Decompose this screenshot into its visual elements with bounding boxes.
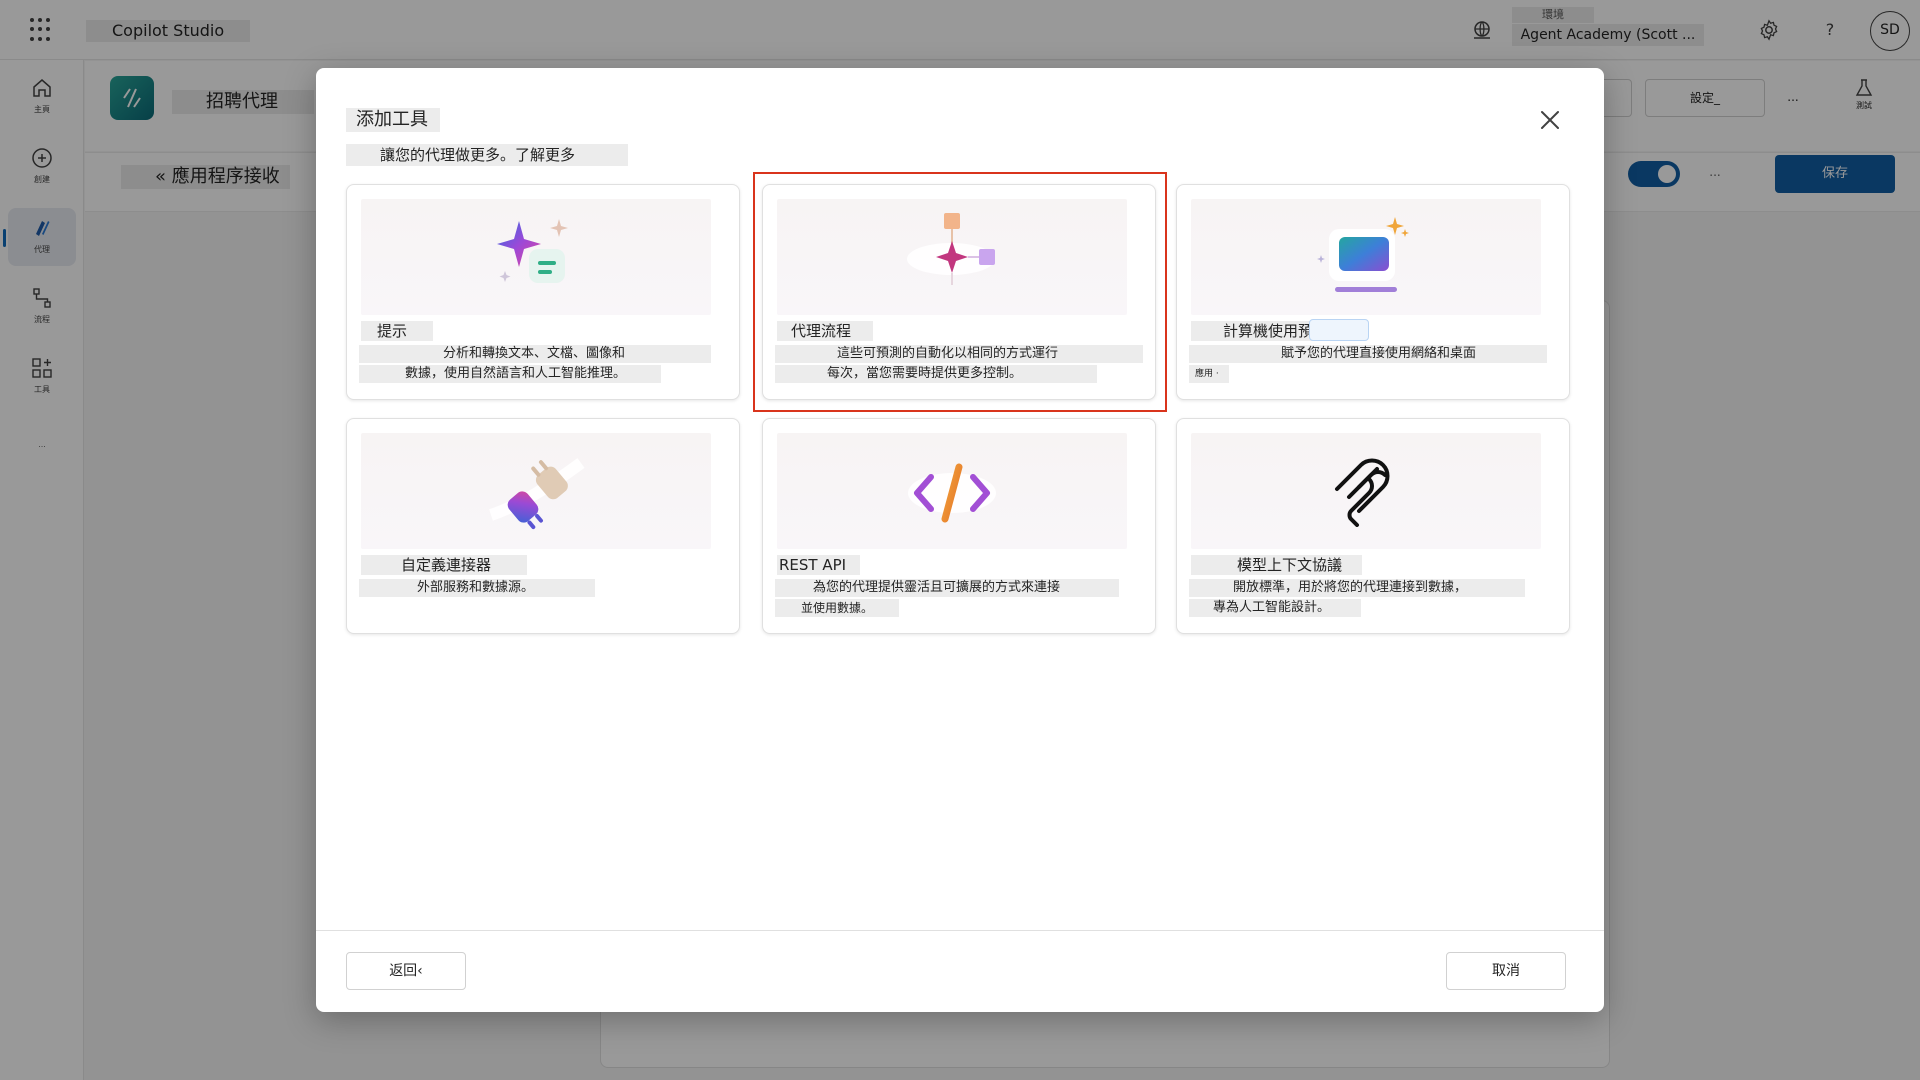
card-description-line1: 賦予您的代理直接使用網絡和桌面 bbox=[1189, 345, 1547, 363]
card-thumbnail bbox=[1191, 433, 1541, 549]
computer-use-icon bbox=[1317, 217, 1409, 292]
tool-card-rest-api[interactable]: REST API 為您的代理提供靈活且可擴展的方式來連接 並使用數據。 bbox=[762, 418, 1156, 634]
card-thumbnail bbox=[777, 433, 1127, 549]
footer-divider bbox=[316, 930, 1604, 931]
plug-connector-icon bbox=[489, 458, 585, 530]
card-description-line1: 外部服務和數據源。 bbox=[359, 579, 595, 597]
tool-card-prompt[interactable]: 提示 分析和轉換文本、文檔、圖像和 數據，使用自然語言和人工智能推理。 bbox=[346, 184, 740, 400]
card-description-line1: 分析和轉換文本、文檔、圖像和 bbox=[359, 345, 711, 363]
cancel-button[interactable]: 取消 bbox=[1446, 952, 1566, 990]
card-thumbnail bbox=[777, 199, 1127, 315]
close-icon[interactable] bbox=[1536, 106, 1564, 134]
code-brackets-icon bbox=[908, 463, 996, 523]
card-thumbnail bbox=[361, 199, 711, 315]
card-title: 提示 bbox=[361, 321, 434, 341]
prompt-sparkle-icon bbox=[497, 219, 568, 283]
card-thumbnail bbox=[1191, 199, 1541, 315]
back-button[interactable]: 返回‹ bbox=[346, 952, 466, 990]
tool-card-computer-use[interactable]: 計算機使用預覽 賦予您的代理直接使用網絡和桌面 應用 · bbox=[1176, 184, 1570, 400]
card-title: 模型上下文協議 bbox=[1191, 555, 1363, 575]
tool-card-model-context-protocol[interactable]: 模型上下文協議 開放標準，用於將您的代理連接到數據， 專為人工智能設計。 bbox=[1176, 418, 1570, 634]
card-description-line2: 並使用數據。 bbox=[775, 599, 899, 617]
card-description-line2: 數據，使用自然語言和人工智能推理。 bbox=[359, 365, 661, 383]
dialog-title: 添加工具 bbox=[346, 108, 440, 132]
tool-card-agent-flow[interactable]: 代理流程 這些可預測的自動化以相同的方式運行 每次，當您需要時提供更多控制。 bbox=[762, 184, 1156, 400]
card-title: 自定義連接器 bbox=[361, 555, 528, 575]
tool-card-custom-connector[interactable]: 自定義連接器 外部服務和數據源。 bbox=[346, 418, 740, 634]
mcp-icon bbox=[1335, 458, 1390, 527]
card-description-line1: 這些可預測的自動化以相同的方式運行 bbox=[775, 345, 1143, 363]
preview-badge bbox=[1309, 319, 1369, 341]
card-description-line1: 開放標準，用於將您的代理連接到數據， bbox=[1189, 579, 1525, 597]
card-description-line2: 專為人工智能設計。 bbox=[1189, 599, 1361, 617]
card-title: REST API bbox=[777, 555, 861, 575]
add-tool-dialog: 添加工具 讓您的代理做更多。了解更多 提示 分析和轉換文本、文檔、圖像和 數據，… bbox=[316, 68, 1604, 1012]
card-description-line2: 應用 · bbox=[1189, 365, 1229, 383]
agent-flow-icon bbox=[907, 213, 995, 285]
card-description-line2: 每次，當您需要時提供更多控制。 bbox=[775, 365, 1097, 383]
card-thumbnail bbox=[361, 433, 711, 549]
card-description-line1: 為您的代理提供靈活且可擴展的方式來連接 bbox=[775, 579, 1119, 597]
card-title: 代理流程 bbox=[777, 321, 874, 341]
dialog-subtitle[interactable]: 讓您的代理做更多。了解更多 bbox=[346, 144, 628, 166]
